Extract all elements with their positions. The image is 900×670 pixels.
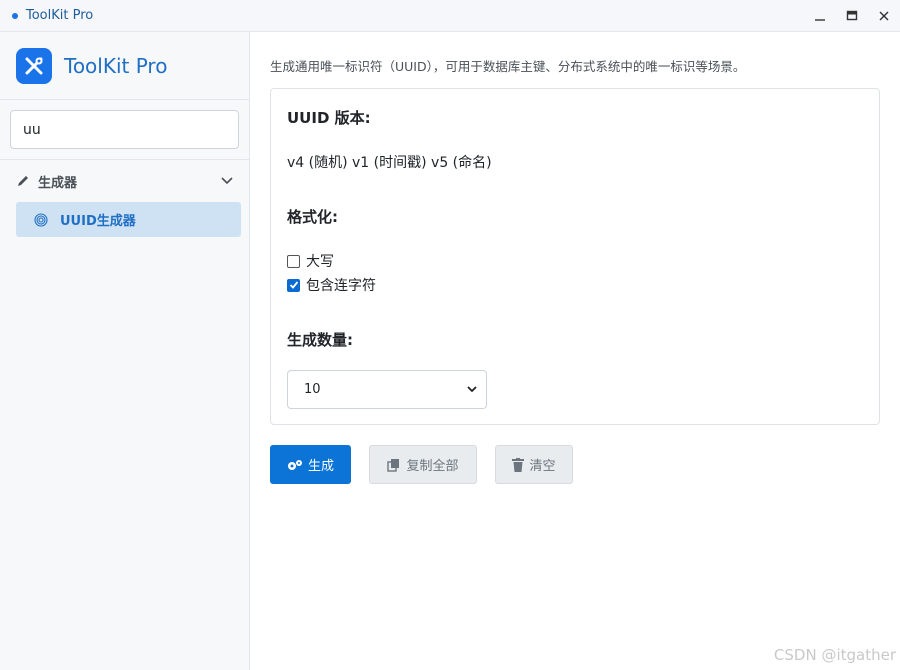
sidebar-item-uuid-generator[interactable]: UUID生成器 [16, 202, 241, 237]
hyphen-checkbox[interactable] [287, 278, 300, 292]
pencil-icon [18, 176, 28, 186]
main-content: 生成通用唯一标识符（UUID），可用于数据库主键、分布式系统中的唯一标识等场景。… [250, 32, 900, 670]
nav-group-generators[interactable]: 生成器 [0, 160, 249, 202]
check-icon [289, 281, 298, 289]
watermark: CSDN @itgather [773, 646, 896, 664]
close-button[interactable] [868, 0, 900, 32]
brand: ToolKit Pro [0, 32, 249, 100]
generate-label: 生成 [307, 459, 334, 474]
window-title: ToolKit Pro [26, 8, 94, 23]
sidebar: ToolKit Pro 生成器 UUID生成器 [0, 32, 250, 670]
cogs-icon [287, 459, 303, 471]
uppercase-checkbox[interactable] [287, 254, 300, 268]
hyphen-label: 包含连字符 [306, 278, 376, 294]
minimize-button[interactable] [804, 0, 836, 32]
search-area [0, 100, 249, 160]
copy-icon [387, 458, 401, 472]
search-input[interactable] [10, 110, 239, 149]
uppercase-label: 大写 [306, 254, 334, 270]
format-title: 格式化: [287, 208, 338, 226]
chevron-down-icon [467, 386, 477, 393]
page-description: 生成通用唯一标识符（UUID），可用于数据库主键、分布式系统中的唯一标识等场景。 [270, 59, 746, 74]
maximize-button[interactable] [836, 0, 868, 32]
tools-icon [16, 47, 52, 84]
options-card: UUID 版本: v4 (随机) v1 (时间戳) v5 (命名) 格式化: 大… [270, 88, 880, 425]
hyphen-option[interactable]: 包含连字符 [287, 275, 376, 295]
version-options[interactable]: v4 (随机) v1 (时间戳) v5 (命名) [287, 152, 492, 172]
sidebar-item-label: UUID生成器 [60, 214, 136, 229]
chevron-down-icon [221, 177, 233, 185]
fingerprint-icon [34, 212, 48, 227]
copy-all-button[interactable]: 复制全部 [369, 445, 477, 484]
version-title: UUID 版本: [287, 109, 371, 127]
count-select-value: 10 [304, 382, 321, 397]
count-title: 生成数量: [287, 331, 353, 349]
copy-all-label: 复制全部 [406, 459, 459, 474]
count-select[interactable]: 10 [287, 370, 487, 409]
trash-icon [512, 457, 525, 472]
clear-button[interactable]: 清空 [495, 445, 573, 484]
close-icon [879, 11, 889, 21]
uppercase-option[interactable]: 大写 [287, 251, 334, 271]
maximize-icon [846, 10, 858, 21]
generate-button[interactable]: 生成 [270, 445, 351, 484]
title-bar: ToolKit Pro [0, 0, 900, 32]
window-controls [804, 0, 900, 32]
clear-label: 清空 [529, 459, 556, 474]
minimize-icon [815, 19, 825, 21]
nav-group-label: 生成器 [38, 175, 78, 191]
brand-name: ToolKit Pro [64, 53, 168, 78]
app-dot-icon [12, 12, 18, 19]
